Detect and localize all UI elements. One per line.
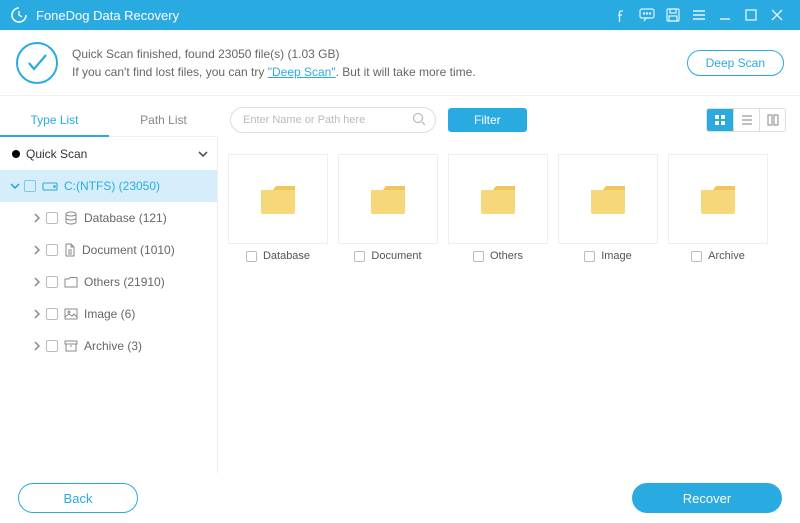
folder-item-image[interactable]: Image <box>558 154 658 278</box>
tab-path-list[interactable]: Path List <box>109 103 218 137</box>
tree-drive-c[interactable]: C:(NTFS) (23050) <box>0 170 217 202</box>
maximize-icon[interactable] <box>738 0 764 30</box>
recover-button[interactable]: Recover <box>632 483 782 513</box>
folder-large-icon <box>668 154 768 244</box>
tree-cat-label: Document (1010) <box>82 243 175 257</box>
content-grid: Database Document Others Image Archive <box>218 138 800 473</box>
checkbox[interactable] <box>24 180 36 192</box>
checkbox[interactable] <box>46 276 58 288</box>
chevron-right-icon[interactable] <box>28 213 46 223</box>
search-icon[interactable] <box>412 112 426 126</box>
titlebar: FoneDog Data Recovery <box>0 0 800 30</box>
tree-cat-image[interactable]: Image (6) <box>0 298 217 330</box>
view-grid-icon[interactable] <box>707 109 733 131</box>
tab-type-list[interactable]: Type List <box>0 103 109 137</box>
checkbox[interactable] <box>584 251 595 262</box>
tree-cat-label: Database (121) <box>84 211 167 225</box>
footer: Back Recover <box>0 473 800 523</box>
checkbox[interactable] <box>46 212 58 224</box>
checkbox[interactable] <box>246 251 257 262</box>
folder-label: Database <box>263 250 310 262</box>
check-circle-icon <box>16 42 58 84</box>
drive-icon <box>42 180 58 192</box>
checkbox[interactable] <box>354 251 365 262</box>
search-wrap <box>230 107 436 133</box>
menu-icon[interactable] <box>686 0 712 30</box>
status-line2-a: If you can't find lost files, you can tr… <box>72 65 268 79</box>
sidebar-tree: Quick Scan C:(NTFS) (23050) Database (12… <box>0 138 218 473</box>
close-icon[interactable] <box>764 0 790 30</box>
status-line1-c: ) <box>336 47 340 61</box>
folder-large-icon <box>338 154 438 244</box>
toolbar-row: Type List Path List Filter <box>0 96 800 138</box>
chevron-right-icon[interactable] <box>28 245 46 255</box>
folder-large-icon <box>558 154 658 244</box>
folder-label: Others <box>490 250 523 262</box>
checkbox[interactable] <box>46 340 58 352</box>
folder-large-icon <box>448 154 548 244</box>
tree-cat-label: Others (21910) <box>84 275 165 289</box>
document-icon <box>64 243 76 257</box>
status-size: 1.03 GB <box>291 47 335 61</box>
facebook-icon[interactable] <box>608 0 634 30</box>
status-row: Quick Scan finished, found 23050 file(s)… <box>0 30 800 96</box>
chevron-down-icon[interactable] <box>6 181 24 191</box>
image-icon <box>64 308 78 320</box>
chevron-right-icon[interactable] <box>28 309 46 319</box>
checkbox[interactable] <box>46 308 58 320</box>
deep-scan-button[interactable]: Deep Scan <box>687 50 784 76</box>
search-input[interactable] <box>230 107 436 133</box>
sidebar-tabs: Type List Path List <box>0 103 218 137</box>
tree-cat-label: Image (6) <box>84 307 135 321</box>
status-line1-a: Quick Scan finished, found <box>72 47 218 61</box>
folder-item-archive[interactable]: Archive <box>668 154 768 278</box>
view-list-icon[interactable] <box>733 109 759 131</box>
status-line2-b: . But it will take more time. <box>336 65 476 79</box>
tree-cat-database[interactable]: Database (121) <box>0 202 217 234</box>
tree-root-quick-scan[interactable]: Quick Scan <box>0 138 217 170</box>
app-logo-icon <box>10 6 28 24</box>
folder-icon <box>64 276 78 288</box>
checkbox[interactable] <box>691 251 702 262</box>
folder-large-icon <box>228 154 328 244</box>
view-detail-icon[interactable] <box>759 109 785 131</box>
folder-item-database[interactable]: Database <box>228 154 328 278</box>
deep-scan-link[interactable]: "Deep Scan" <box>268 65 336 79</box>
folder-label: Image <box>601 250 632 262</box>
folder-label: Archive <box>708 250 745 262</box>
tree-cat-archive[interactable]: Archive (3) <box>0 330 217 362</box>
minimize-icon[interactable] <box>712 0 738 30</box>
main-area: Quick Scan C:(NTFS) (23050) Database (12… <box>0 138 800 473</box>
status-file-count: 23050 <box>218 47 251 61</box>
back-button[interactable]: Back <box>18 483 138 513</box>
folder-item-document[interactable]: Document <box>338 154 438 278</box>
checkbox[interactable] <box>46 244 58 256</box>
tree-cat-document[interactable]: Document (1010) <box>0 234 217 266</box>
folder-item-others[interactable]: Others <box>448 154 548 278</box>
bullet-icon <box>12 150 20 158</box>
chevron-right-icon[interactable] <box>28 277 46 287</box>
tree-cat-label: Archive (3) <box>84 339 142 353</box>
status-text: Quick Scan finished, found 23050 file(s)… <box>72 45 476 81</box>
checkbox[interactable] <box>473 251 484 262</box>
feedback-icon[interactable] <box>634 0 660 30</box>
tree-cat-others[interactable]: Others (21910) <box>0 266 217 298</box>
folder-label: Document <box>371 250 421 262</box>
tree-drive-label: C:(NTFS) (23050) <box>64 179 160 193</box>
app-title: FoneDog Data Recovery <box>36 8 179 23</box>
tree-root-label: Quick Scan <box>26 147 87 161</box>
status-line1-b: file(s) ( <box>251 47 291 61</box>
filter-button[interactable]: Filter <box>448 108 527 132</box>
archive-icon <box>64 340 78 352</box>
chevron-down-icon[interactable] <box>197 148 209 160</box>
view-toggle <box>706 108 786 132</box>
save-icon[interactable] <box>660 0 686 30</box>
database-icon <box>64 211 78 225</box>
chevron-right-icon[interactable] <box>28 341 46 351</box>
